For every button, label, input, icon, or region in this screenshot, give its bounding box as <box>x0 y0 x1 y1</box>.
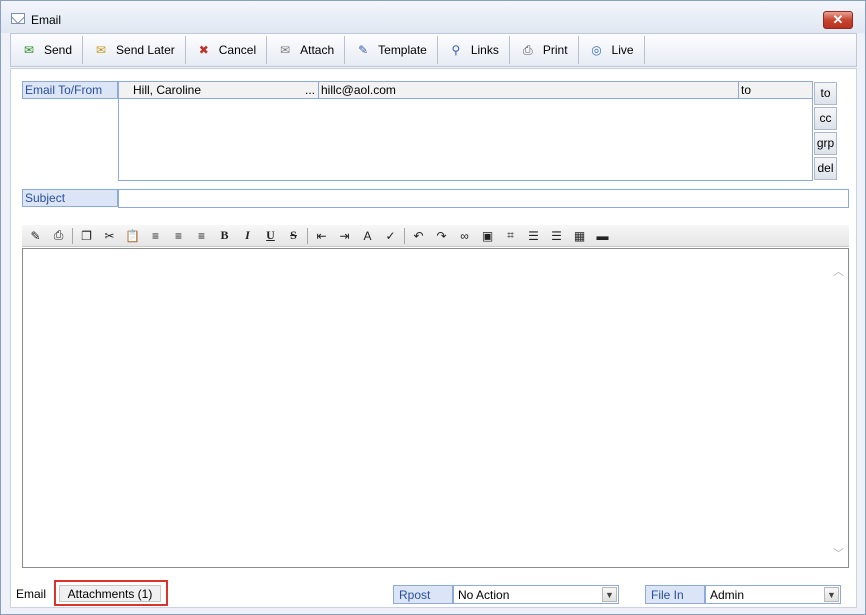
crop-icon[interactable]: ⌗ <box>499 226 522 246</box>
delete-button[interactable]: del <box>814 157 837 180</box>
recipient-list[interactable]: Hill, Caroline ... hillc@aol.com to <box>118 81 813 181</box>
horizontal-rule-icon[interactable]: ▬ <box>591 226 614 246</box>
cc-button[interactable]: cc <box>814 107 837 130</box>
bold-icon[interactable]: B <box>213 226 236 246</box>
recipient-type[interactable]: to <box>739 82 812 98</box>
bottom-bar: Email Attachments (1) Rpost No Action ▼ … <box>11 577 856 607</box>
recipient-name[interactable]: Hill, Caroline ... <box>119 82 319 98</box>
send-label: Send <box>44 43 73 57</box>
template-icon: ✎ <box>358 43 369 57</box>
subject-input[interactable] <box>118 189 849 208</box>
print-icon: ⎙ <box>523 42 533 57</box>
links-button[interactable]: ⚲ Links <box>438 36 510 64</box>
rpost-value: No Action <box>458 588 510 602</box>
recipient-row[interactable]: Hill, Caroline ... hillc@aol.com to <box>119 82 812 99</box>
send-later-button[interactable]: ✉ Send Later <box>83 36 186 64</box>
send-icon: ✉ <box>23 43 35 57</box>
image-icon[interactable]: ▣ <box>476 226 499 246</box>
cancel-label: Cancel <box>218 43 257 57</box>
rpost-label: Rpost <box>393 585 453 604</box>
font-color-icon[interactable]: A <box>356 226 379 246</box>
live-icon: ◎ <box>591 43 602 57</box>
recipient-more-button[interactable]: ... <box>305 82 315 98</box>
tab-attachments-highlight: Attachments (1) <box>54 580 168 606</box>
send-later-icon: ✉ <box>96 43 107 57</box>
bullet-list-icon[interactable]: ☰ <box>545 226 568 246</box>
tab-attachments[interactable]: Attachments (1) <box>59 585 161 602</box>
attach-label: Attach <box>300 43 335 57</box>
email-to-from-label: Email To/From <box>22 81 118 99</box>
envelope-icon <box>11 13 25 24</box>
to-button[interactable]: to <box>814 82 837 105</box>
recipient-email[interactable]: hillc@aol.com <box>319 82 739 98</box>
cancel-icon: ✖ <box>198 43 209 57</box>
copy-icon[interactable]: ❐ <box>75 226 98 246</box>
link-icon[interactable]: ∞ <box>453 226 476 246</box>
live-button[interactable]: ◎ Live <box>579 36 645 64</box>
live-label: Live <box>611 43 634 57</box>
cancel-button[interactable]: ✖ Cancel <box>186 36 268 64</box>
indent-icon[interactable]: ⇥ <box>333 226 356 246</box>
attach-button[interactable]: ✉ Attach <box>267 36 346 64</box>
template-button[interactable]: ✎ Template <box>345 36 438 64</box>
undo-icon[interactable]: ↶ <box>407 226 430 246</box>
main-toolbar: ✉ Send ✉ Send Later ✖ Cancel ✉ Attach ✎ Template ⚲… <box>10 33 857 67</box>
template-label: Template <box>378 43 427 57</box>
compose-panel: Email To/From Hill, Caroline ... hillc@a… <box>10 68 857 608</box>
ordered-list-icon[interactable]: ☰ <box>522 226 545 246</box>
print-icon[interactable]: ⎙ <box>47 226 70 246</box>
eraser-icon[interactable]: ✎ <box>24 226 47 246</box>
table-icon[interactable]: ▦ <box>568 226 591 246</box>
align-center-icon[interactable]: ≡ <box>167 226 190 246</box>
title-bar: Email ✕ <box>1 1 865 33</box>
file-in-label: File In <box>645 585 705 604</box>
toolbar-separator <box>72 227 73 244</box>
toolbar-separator <box>404 227 405 244</box>
close-button[interactable]: ✕ <box>823 11 853 29</box>
file-in-value: Admin <box>710 588 745 602</box>
chevron-down-icon[interactable]: ▼ <box>602 587 617 602</box>
align-left-icon[interactable]: ≡ <box>144 226 167 246</box>
attach-icon: ✉ <box>280 43 291 57</box>
toolbar-separator <box>307 227 308 244</box>
spellcheck-icon[interactable]: ✓ <box>379 226 402 246</box>
print-button[interactable]: ⎙ Print <box>510 36 579 64</box>
paste-icon[interactable]: 📋 <box>121 226 144 246</box>
underline-icon[interactable]: U <box>259 226 282 246</box>
email-window: Email ✕ ✉ Send ✉ Send Later ✖ Cancel ✉ Attach ✎ T… <box>0 0 866 615</box>
rpost-select[interactable]: No Action ▼ <box>453 585 619 604</box>
align-right-icon[interactable]: ≡ <box>190 226 213 246</box>
links-label: Links <box>470 43 499 57</box>
scroll-up-icon[interactable]: ︿ <box>833 263 844 279</box>
message-editor[interactable]: ︿ ﹀ <box>22 248 849 568</box>
window-title: Email <box>31 13 62 27</box>
redo-icon[interactable]: ↷ <box>430 226 453 246</box>
links-icon: ⚲ <box>451 43 461 57</box>
subject-label: Subject <box>22 189 118 207</box>
chevron-down-icon[interactable]: ▼ <box>824 587 839 602</box>
tab-email[interactable]: Email <box>16 587 46 601</box>
recipient-name-text: Hill, Caroline <box>133 83 202 97</box>
print-label: Print <box>542 43 568 57</box>
group-button[interactable]: grp <box>814 132 837 155</box>
file-in-select[interactable]: Admin ▼ <box>705 585 841 604</box>
cut-icon[interactable]: ✂ <box>98 226 121 246</box>
send-button[interactable]: ✉ Send <box>11 36 84 64</box>
scroll-down-icon[interactable]: ﹀ <box>833 545 844 561</box>
outdent-icon[interactable]: ⇤ <box>310 226 333 246</box>
send-later-label: Send Later <box>116 43 175 57</box>
italic-icon[interactable]: I <box>236 226 259 246</box>
strikethrough-icon[interactable]: S <box>282 226 305 246</box>
format-toolbar: ✎ ⎙ ❐ ✂ 📋 ≡ ≡ ≡ B I U S ⇤ ⇥ A ✓ ↶ ↷ ∞ ▣ ⌗ ☰ ☰ ▦ ▬ <box>22 225 849 247</box>
